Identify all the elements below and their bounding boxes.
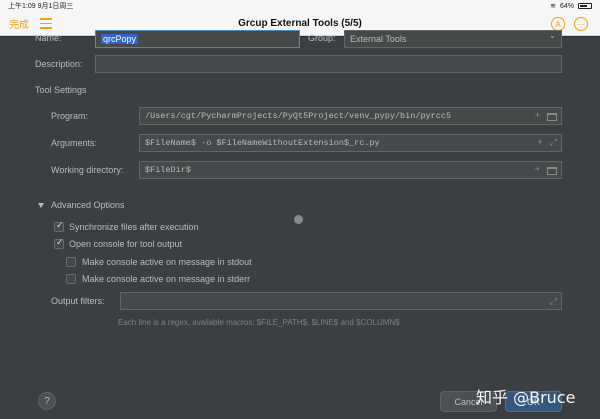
arguments-input[interactable]: $FileName$ -o $FileNameWithoutExtension$… bbox=[139, 134, 562, 152]
chevron-down-icon: ⌄ bbox=[549, 31, 556, 40]
console-stderr-label: Make console active on message in stderr bbox=[82, 274, 251, 284]
console-stderr-checkbox[interactable] bbox=[66, 274, 76, 284]
program-value: /Users/cgt/PycharmProjects/PyQt5Project/… bbox=[145, 111, 452, 121]
output-filters-hint: Each line is a regex, available macros: … bbox=[118, 318, 400, 327]
arguments-label: Arguments: bbox=[51, 138, 98, 148]
sync-files-checkbox[interactable] bbox=[54, 220, 64, 232]
name-value: qrcPopy bbox=[101, 34, 139, 44]
open-console-label: Open console for tool output bbox=[69, 239, 183, 249]
program-input[interactable]: /Users/cgt/PycharmProjects/PyQt5Project/… bbox=[139, 107, 562, 125]
output-filters-input[interactable]: ⤢ bbox=[120, 292, 562, 310]
cursor-indicator bbox=[294, 215, 303, 224]
folder-icon[interactable] bbox=[547, 113, 557, 121]
list-icon[interactable] bbox=[40, 18, 52, 29]
arguments-value: $FileName$ -o $FileNameWithoutExtension$… bbox=[145, 138, 380, 148]
insert-macro-icon[interactable]: + bbox=[537, 138, 542, 148]
wifi-icon: ≋ bbox=[550, 3, 556, 10]
done-button[interactable]: 完成 bbox=[9, 16, 29, 31]
collapse-triangle-icon[interactable] bbox=[38, 203, 44, 208]
open-console-checkbox[interactable] bbox=[54, 237, 64, 249]
working-directory-input[interactable]: $FileDir$ + bbox=[139, 161, 562, 179]
watermark: 知乎 @Bruce bbox=[476, 388, 576, 407]
insert-macro-icon[interactable]: + bbox=[535, 111, 540, 121]
output-filters-label: Output filters: bbox=[51, 296, 105, 306]
advanced-options-header[interactable]: Advanced Options bbox=[51, 200, 125, 210]
console-stdout-checkbox[interactable] bbox=[66, 257, 76, 267]
window-title: Grcup External Tools (5/5) bbox=[238, 18, 362, 29]
folder-icon[interactable] bbox=[547, 167, 557, 175]
program-label: Program: bbox=[51, 111, 89, 121]
battery-icon bbox=[578, 3, 592, 9]
expand-icon[interactable]: ⤢ bbox=[550, 138, 557, 148]
status-bar: 上午1:09 9月1日周三 ≋ 64% bbox=[0, 0, 600, 12]
description-label: Description: bbox=[35, 59, 83, 69]
external-tool-dialog: Name: qrcPopy Group: External Tools ⌄ De… bbox=[0, 30, 600, 419]
description-input[interactable] bbox=[95, 55, 562, 73]
tool-settings-header: Tool Settings bbox=[35, 85, 87, 95]
working-directory-value: $FileDir$ bbox=[145, 165, 191, 175]
more-icon[interactable]: ··· bbox=[574, 17, 588, 31]
name-input[interactable]: qrcPopy bbox=[95, 30, 300, 48]
help-button[interactable]: ? bbox=[38, 392, 56, 410]
console-stdout-label: Make console active on message in stdout bbox=[82, 257, 252, 267]
group-value: External Tools bbox=[350, 34, 407, 44]
working-directory-label: Working directory: bbox=[51, 165, 124, 175]
expand-icon[interactable]: ⤢ bbox=[550, 296, 557, 307]
sync-files-label: Synchronize files after execution bbox=[69, 222, 199, 232]
group-combobox[interactable]: External Tools ⌄ bbox=[344, 30, 562, 48]
markup-icon[interactable]: A bbox=[551, 17, 565, 31]
group-label: Group: bbox=[308, 33, 336, 43]
name-label: Name: bbox=[35, 33, 62, 43]
battery-percent: 64% bbox=[559, 2, 574, 10]
status-time-date: 上午1:09 9月1日周三 bbox=[8, 3, 74, 10]
insert-macro-icon[interactable]: + bbox=[535, 165, 540, 175]
